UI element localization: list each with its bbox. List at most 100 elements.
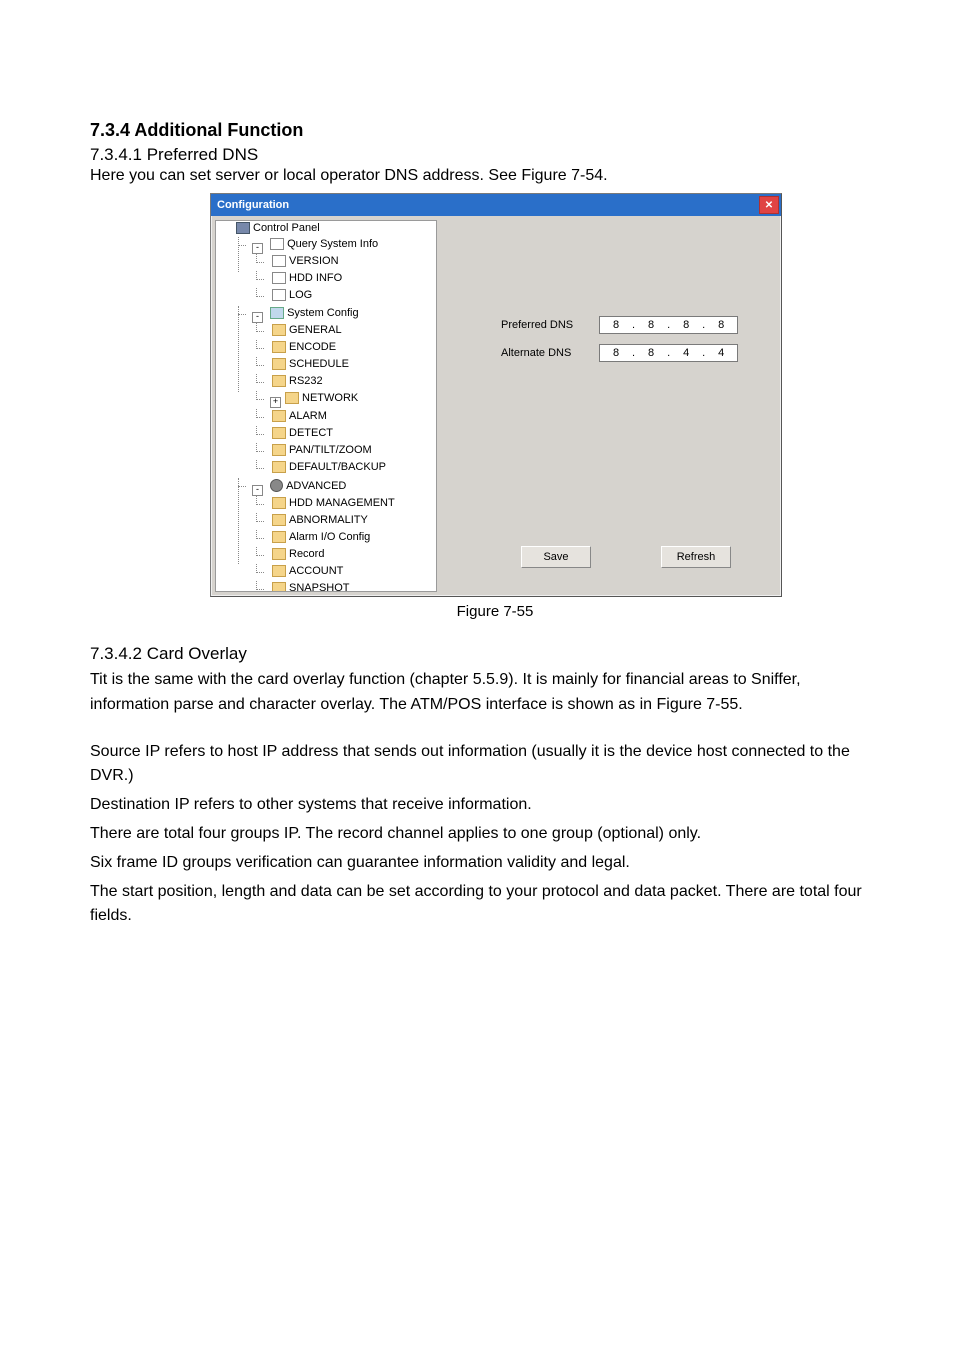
- tree-alarm-io[interactable]: Alarm I/O Config: [270, 531, 372, 543]
- alternate-dns-label: Alternate DNS: [501, 347, 581, 359]
- configuration-dialog: Configuration ✕ Control Panel: [210, 193, 782, 597]
- page-icon: [272, 255, 286, 267]
- dialog-titlebar: Configuration ✕: [211, 194, 781, 216]
- dot-icon: .: [700, 319, 707, 331]
- tree-item-label: Query System Info: [287, 238, 378, 250]
- folder-icon: [272, 358, 286, 370]
- tree-query-system-info[interactable]: Query System Info: [268, 238, 380, 250]
- tree-item-label: ENCODE: [289, 341, 336, 353]
- tree-rs232[interactable]: RS232: [270, 375, 325, 387]
- config-tree[interactable]: Control Panel - Query System Info: [215, 220, 437, 592]
- tree-item-label: Control Panel: [253, 222, 320, 234]
- tree-default-backup[interactable]: DEFAULT/BACKUP: [270, 461, 388, 473]
- subsection-heading-dns: 7.3.4.1 Preferred DNS: [90, 145, 864, 165]
- tree-account[interactable]: ACCOUNT: [270, 565, 345, 577]
- tree-abnormality[interactable]: ABNORMALITY: [270, 514, 370, 526]
- tree-control-panel[interactable]: Control Panel: [234, 222, 322, 234]
- tree-ptz[interactable]: PAN/TILT/ZOOM: [270, 444, 374, 456]
- save-button[interactable]: Save: [521, 546, 591, 568]
- paragraph: There are total four groups IP. The reco…: [90, 822, 864, 847]
- tree-detect[interactable]: DETECT: [270, 427, 335, 439]
- tree-item-label: DEFAULT/BACKUP: [289, 461, 386, 473]
- tree-general[interactable]: GENERAL: [270, 324, 344, 336]
- tree-schedule[interactable]: SCHEDULE: [270, 358, 351, 370]
- tree-twist-icon[interactable]: +: [270, 397, 281, 408]
- folder-icon: [272, 514, 286, 526]
- close-icon[interactable]: ✕: [759, 196, 779, 214]
- folder-icon: [272, 565, 286, 577]
- page-icon: [272, 289, 286, 301]
- pref-octet-1[interactable]: [602, 318, 630, 332]
- paragraph: Destination IP refers to other systems t…: [90, 793, 864, 818]
- alt-octet-1[interactable]: [602, 346, 630, 360]
- folder-icon: [272, 324, 286, 336]
- folder-icon: [272, 531, 286, 543]
- intro-text: Here you can set server or local operato…: [90, 167, 864, 185]
- dialog-title: Configuration: [217, 199, 289, 211]
- tree-item-label: Alarm I/O Config: [289, 531, 370, 543]
- alternate-dns-row: Alternate DNS . . .: [501, 344, 738, 362]
- tree-item-label: VERSION: [289, 255, 339, 267]
- tree-item-label: LOG: [289, 289, 312, 301]
- tree-item-label: Record: [289, 548, 324, 560]
- content-pane: Preferred DNS . . . Alternate DNS: [441, 216, 781, 596]
- tree-hdd-info[interactable]: HDD INFO: [270, 272, 344, 284]
- tree-item-label: ADVANCED: [286, 480, 346, 492]
- dot-icon: .: [665, 347, 672, 359]
- section-heading: 7.3.4 Additional Function: [90, 120, 864, 141]
- tree-item-label: DETECT: [289, 427, 333, 439]
- page-icon: [270, 238, 284, 250]
- tree-system-config[interactable]: System Config: [268, 307, 361, 319]
- tree-version[interactable]: VERSION: [270, 255, 341, 267]
- pref-octet-3[interactable]: [672, 318, 700, 332]
- preferred-dns-input[interactable]: . . .: [599, 316, 738, 334]
- paragraph: The start position, length and data can …: [90, 880, 864, 930]
- tree-hdd-management[interactable]: HDD MANAGEMENT: [270, 497, 397, 509]
- folder-icon: [272, 548, 286, 560]
- tree-snapshot[interactable]: SNAPSHOT: [270, 582, 352, 592]
- folder-icon: [272, 341, 286, 353]
- alt-octet-4[interactable]: [707, 346, 735, 360]
- tree-item-label: HDD INFO: [289, 272, 342, 284]
- tree-twist-icon[interactable]: -: [252, 243, 263, 254]
- tree-item-label: ACCOUNT: [289, 565, 343, 577]
- paragraph: Six frame ID groups verification can gua…: [90, 851, 864, 876]
- tree-advanced[interactable]: ADVANCED: [268, 479, 348, 492]
- tree-item-label: System Config: [287, 307, 359, 319]
- tree-encode[interactable]: ENCODE: [270, 341, 338, 353]
- monitor-icon: [236, 222, 250, 234]
- tree-item-label: GENERAL: [289, 324, 342, 336]
- tree-network[interactable]: NETWORK: [283, 392, 360, 404]
- dot-icon: .: [700, 347, 707, 359]
- paragraph: Tit is the same with the card overlay fu…: [90, 668, 864, 718]
- dot-icon: .: [630, 319, 637, 331]
- tree-item-label: SCHEDULE: [289, 358, 349, 370]
- refresh-button[interactable]: Refresh: [661, 546, 731, 568]
- folder-icon: [272, 375, 286, 387]
- tree-twist-icon[interactable]: -: [252, 485, 263, 496]
- alternate-dns-input[interactable]: . . .: [599, 344, 738, 362]
- tree-log[interactable]: LOG: [270, 289, 314, 301]
- tree-item-label: PAN/TILT/ZOOM: [289, 444, 372, 456]
- tools-icon: [270, 307, 284, 319]
- preferred-dns-row: Preferred DNS . . .: [501, 316, 738, 334]
- tree-item-label: ABNORMALITY: [289, 514, 368, 526]
- alt-octet-3[interactable]: [672, 346, 700, 360]
- tree-record[interactable]: Record: [270, 548, 326, 560]
- preferred-dns-label: Preferred DNS: [501, 319, 581, 331]
- tree-item-label: RS232: [289, 375, 323, 387]
- dot-icon: .: [665, 319, 672, 331]
- tree-item-label: HDD MANAGEMENT: [289, 497, 395, 509]
- pref-octet-2[interactable]: [637, 318, 665, 332]
- pref-octet-4[interactable]: [707, 318, 735, 332]
- figure-caption: Figure 7-55: [210, 603, 780, 620]
- tree-alarm[interactable]: ALARM: [270, 410, 329, 422]
- folder-icon: [272, 427, 286, 439]
- paragraph: Source IP refers to host IP address that…: [90, 740, 864, 790]
- tree-item-label: NETWORK: [302, 392, 358, 404]
- folder-icon: [285, 392, 299, 404]
- folder-icon: [272, 461, 286, 473]
- folder-icon: [272, 444, 286, 456]
- tree-twist-icon[interactable]: -: [252, 312, 263, 323]
- alt-octet-2[interactable]: [637, 346, 665, 360]
